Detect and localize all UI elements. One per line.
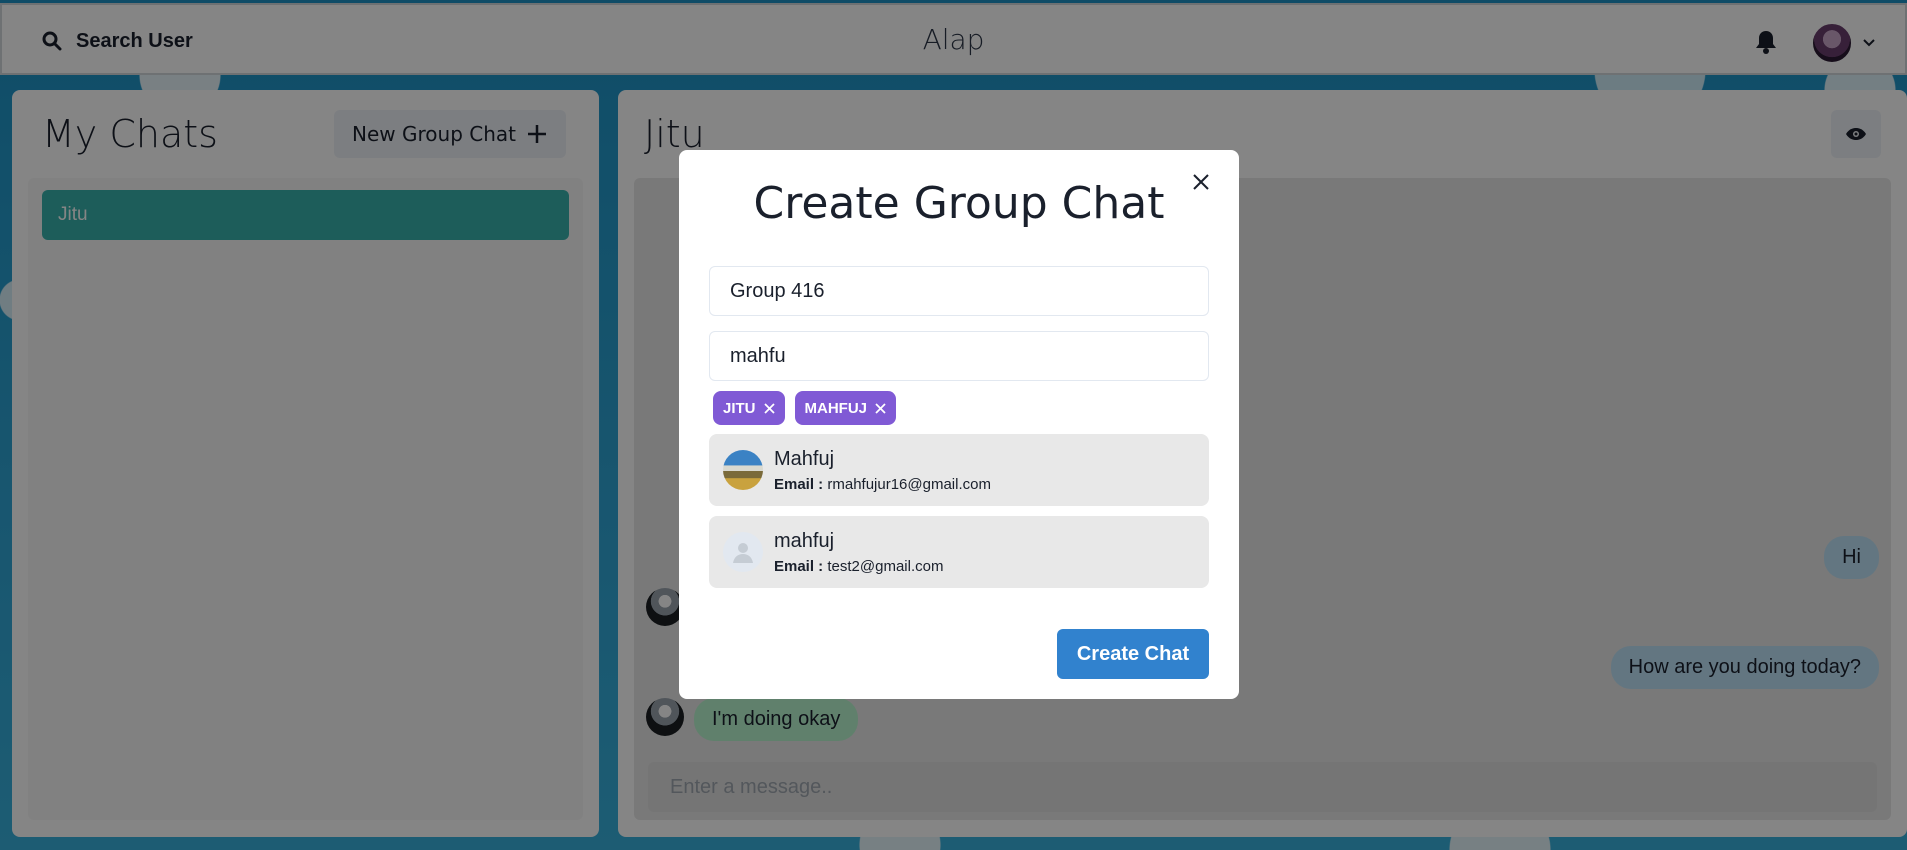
group-name-input[interactable] (709, 266, 1209, 316)
user-chip: JITU (713, 391, 785, 425)
modal-title: Create Group Chat (753, 178, 1165, 229)
email-value: test2@gmail.com (827, 558, 944, 575)
user-chip: MAHFUJ (794, 391, 897, 425)
selected-users: JITU MAHFUJ (713, 391, 897, 425)
add-users-input[interactable] (709, 331, 1209, 381)
create-chat-button[interactable]: Create Chat (1057, 629, 1209, 679)
remove-icon[interactable] (875, 402, 886, 414)
remove-icon[interactable] (763, 402, 775, 414)
email-value: rmahfujur16@gmail.com (827, 476, 991, 493)
email-label: Email : (774, 476, 824, 493)
user-email: Email : rmahfujur16@gmail.com (774, 476, 991, 493)
email-label: Email : (774, 558, 824, 575)
close-icon (1193, 174, 1209, 190)
user-result-item[interactable]: Mahfuj Email : rmahfujur16@gmail.com (709, 434, 1209, 506)
create-group-chat-modal: Create Group Chat JITU MAHFUJ Mahfuj E (679, 150, 1239, 699)
close-button[interactable] (1189, 170, 1213, 194)
default-user-icon (723, 532, 763, 572)
user-chip-label: MAHFUJ (804, 399, 868, 417)
user-name: Mahfuj (774, 448, 835, 470)
user-email: Email : test2@gmail.com (774, 558, 943, 575)
user-avatar (723, 450, 763, 490)
user-result-item[interactable]: mahfuj Email : test2@gmail.com (709, 516, 1209, 588)
user-chip-label: JITU (723, 399, 756, 417)
user-name: mahfuj (774, 530, 835, 552)
